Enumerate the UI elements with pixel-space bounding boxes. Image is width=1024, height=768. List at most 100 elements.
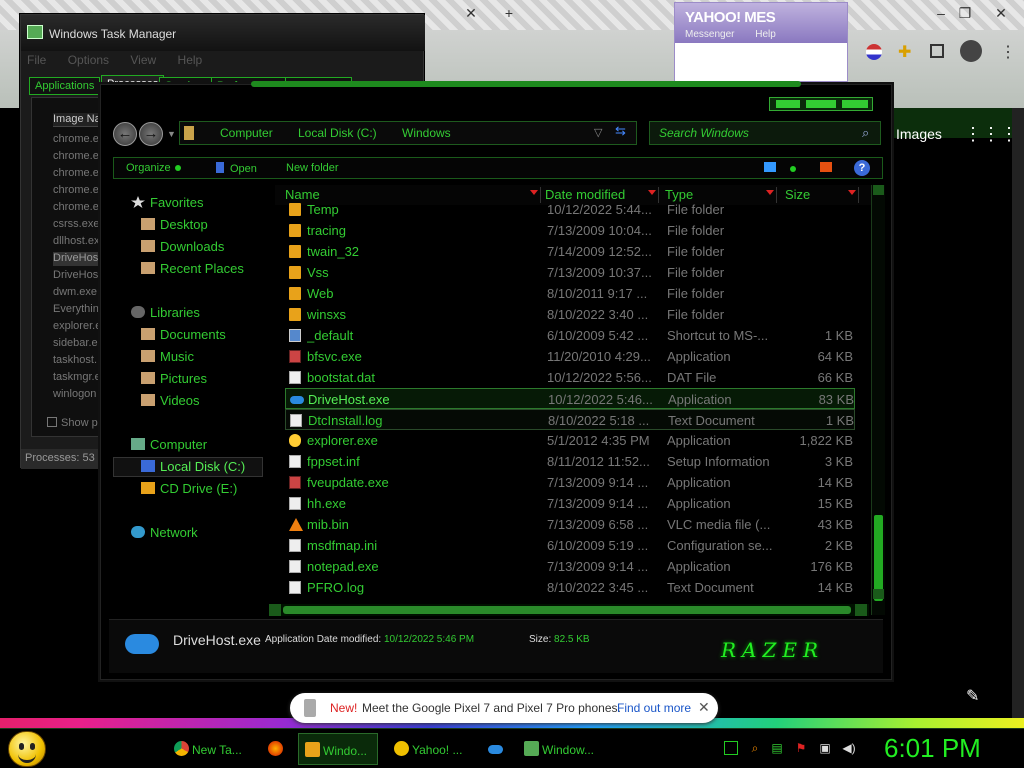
minimize-icon[interactable]: – <box>932 4 950 22</box>
taskbar-chrome[interactable]: New Ta... <box>168 733 250 765</box>
nav-computer[interactable]: Computer <box>131 437 207 452</box>
taskbar-clock[interactable]: 6:01 PM <box>884 733 981 764</box>
tray-volume-icon[interactable]: ◀) <box>842 741 856 755</box>
apps-grid-icon[interactable]: ⋮⋮⋮ <box>964 124 1018 145</box>
file-row[interactable]: msdfmap.ini 6/10/2009 5:19 ... Configurati… <box>285 535 855 556</box>
puzzle-extensions-icon[interactable]: ✚ <box>898 42 911 62</box>
file-row[interactable]: tracing 7/13/2009 10:04... File folder <box>285 220 855 241</box>
preview-pane-icon[interactable] <box>820 162 832 172</box>
page-scrollbar[interactable] <box>1012 108 1024 718</box>
scroll-left-arrow-icon[interactable] <box>269 604 281 616</box>
yahoo-menu-help[interactable]: Help <box>755 29 776 40</box>
file-row[interactable]: bootstat.dat 10/12/2022 5:56... DAT File 66… <box>285 367 855 388</box>
refresh-icon[interactable]: ⇆ <box>615 123 626 139</box>
new-folder-button[interactable]: New folder <box>286 162 339 174</box>
close-window-icon[interactable]: ✕ <box>992 4 1010 22</box>
file-row[interactable]: winsxs 8/10/2022 3:40 ... File folder <box>285 304 855 325</box>
nav-videos[interactable]: Videos <box>141 393 200 408</box>
tray-search-icon[interactable]: ⌕ <box>748 741 762 755</box>
find-out-more-link[interactable]: Find out more <box>617 701 691 715</box>
taskbar-yahoo[interactable]: Yahoo! ... <box>388 733 472 765</box>
file-row[interactable]: fveupdate.exe 7/13/2009 9:14 ... Applicati… <box>285 472 855 493</box>
close-tab-icon[interactable]: ✕ <box>462 4 480 22</box>
close-notification-icon[interactable]: ✕ <box>698 699 710 716</box>
address-dropdown-icon[interactable]: ▽ <box>594 126 602 139</box>
restore-icon[interactable]: ❐ <box>956 4 974 22</box>
nav-desktop[interactable]: Desktop <box>141 217 208 232</box>
file-row[interactable]: Temp 10/12/2022 5:44... File folder <box>285 199 855 220</box>
view-icon[interactable] <box>764 162 776 172</box>
menu-view[interactable]: View <box>130 53 156 67</box>
tray-flag-icon[interactable]: ⚑ <box>794 741 808 755</box>
view-options-icon[interactable] <box>790 166 796 172</box>
yahoo-header[interactable]: YAHOO! MES Messenger Help <box>675 3 847 43</box>
search-input[interactable]: Search Windows <box>659 126 749 140</box>
breadcrumb-computer[interactable]: Computer <box>220 126 273 140</box>
back-arrow-icon[interactable]: ← <box>113 122 137 146</box>
new-tab-icon[interactable]: + <box>500 4 518 22</box>
nav-recent-places[interactable]: Recent Places <box>141 261 244 276</box>
file-row[interactable]: mib.bin 7/13/2009 6:58 ... VLC media file … <box>285 514 855 535</box>
tray-app-icon[interactable] <box>724 741 738 755</box>
nav-music[interactable]: Music <box>141 349 194 364</box>
tray-green-icon[interactable]: ▤ <box>770 741 784 755</box>
breadcrumb-windows[interactable]: Windows <box>402 126 451 140</box>
file-row[interactable]: DtcInstall.log 8/10/2022 5:18 ... Text Doc… <box>285 409 855 430</box>
tab-applications[interactable]: Applications <box>29 77 101 95</box>
address-bar[interactable]: Computer Local Disk (C:) Windows ▽ <box>179 121 637 145</box>
file-row[interactable]: fppset.inf 8/11/2012 11:52... Setup Inform… <box>285 451 855 472</box>
menu-options[interactable]: Options <box>68 53 109 67</box>
help-icon[interactable]: ? <box>854 160 870 176</box>
forward-arrow-icon[interactable]: → <box>139 122 163 146</box>
file-row[interactable]: Vss 7/13/2009 10:37... File folder <box>285 262 855 283</box>
task-manager-titlebar[interactable]: Windows Task Manager <box>21 15 425 51</box>
nav-cd-drive[interactable]: CD Drive (E:) <box>141 481 237 496</box>
chrome-menu-icon[interactable]: ⋮ <box>1000 42 1016 62</box>
nav-pictures[interactable]: Pictures <box>141 371 207 386</box>
tray-network-icon[interactable]: ▣ <box>818 741 832 755</box>
file-row[interactable]: PFRO.log 8/10/2022 3:45 ... Text Document 1… <box>285 577 855 598</box>
flag-extension-icon[interactable] <box>866 44 882 60</box>
nav-documents[interactable]: Documents <box>141 327 226 342</box>
nav-libraries[interactable]: Libraries <box>131 305 200 320</box>
horizontal-scrollbar[interactable] <box>269 604 869 616</box>
menu-help[interactable]: Help <box>178 53 203 67</box>
start-smiley-icon[interactable] <box>8 731 46 767</box>
nav-local-disk[interactable]: Local Disk (C:) <box>141 459 245 474</box>
nav-favorites[interactable]: Favorites <box>131 195 203 210</box>
images-link[interactable]: Images <box>896 126 942 142</box>
taskbar-explorer[interactable]: Windo... <box>298 733 378 765</box>
file-row[interactable]: twain_32 7/14/2009 12:52... File folder <box>285 241 855 262</box>
taskbar-onedrive[interactable] <box>482 733 512 765</box>
breadcrumb-local-disk[interactable]: Local Disk (C:) <box>298 126 377 140</box>
vertical-scrollbar[interactable] <box>871 185 885 615</box>
scroll-up-arrow-icon[interactable] <box>873 185 884 195</box>
taskbar-firefox[interactable] <box>262 733 292 765</box>
show-processes-checkbox[interactable]: Show pr <box>47 417 101 429</box>
file-row[interactable]: notepad.exe 7/13/2009 9:14 ... Application… <box>285 556 855 577</box>
minimize-button[interactable] <box>776 100 800 108</box>
pencil-icon[interactable]: ✎ <box>966 686 979 706</box>
horizontal-scroll-thumb[interactable] <box>283 606 851 614</box>
nav-network[interactable]: Network <box>131 525 198 540</box>
window-controls[interactable] <box>769 97 873 111</box>
recent-pages-chevron-icon[interactable]: ▼ <box>167 129 176 139</box>
menu-file[interactable]: File <box>27 53 46 67</box>
organize-button[interactable]: Organize <box>126 162 181 174</box>
maximize-button[interactable] <box>806 100 836 108</box>
file-row[interactable]: explorer.exe 5/1/2012 4:35 PM Application 1… <box>285 430 855 451</box>
file-row[interactable]: bfsvc.exe 11/20/2010 4:29... Application 64… <box>285 346 855 367</box>
scroll-down-arrow-icon[interactable] <box>873 589 884 599</box>
file-row[interactable]: Web 8/10/2011 9:17 ... File folder <box>285 283 855 304</box>
nav-downloads[interactable]: Downloads <box>141 239 224 254</box>
file-row[interactable]: DriveHost.exe 10/12/2022 5:46... Applicati… <box>285 388 855 409</box>
open-button[interactable]: Open <box>216 162 257 175</box>
search-icon[interactable]: ⌕ <box>862 125 869 141</box>
taskbar-task-manager[interactable]: Window... <box>518 733 602 765</box>
close-button[interactable] <box>842 100 868 108</box>
yahoo-menu-messenger[interactable]: Messenger <box>685 29 734 40</box>
profile-avatar-icon[interactable] <box>960 40 982 62</box>
side-panel-icon[interactable] <box>930 44 944 58</box>
scroll-right-arrow-icon[interactable] <box>855 604 867 616</box>
file-row[interactable]: hh.exe 7/13/2009 9:14 ... Application 15 KB <box>285 493 855 514</box>
